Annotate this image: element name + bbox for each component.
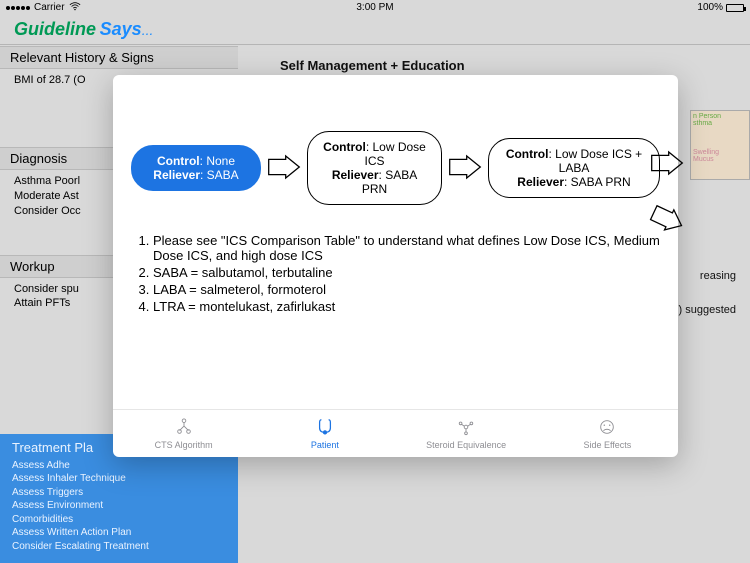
brand-guideline: Guideline [14,19,96,39]
section-relevant-header[interactable]: Relevant History & Signs [0,46,238,69]
step-1[interactable]: Control: None Reliever: SABA [131,145,261,191]
truncated-text-1: reasing [700,270,736,282]
list-item: SABA = salbutamol, terbutaline [153,265,660,280]
list-item: Consider Escalating Treatment [12,540,226,554]
treatment-list: Assess Adhe Assess Inhaler Technique Ass… [12,459,226,554]
brand-dots: ... [142,22,154,38]
step-flow[interactable]: Control: None Reliever: SABA Control: Lo… [131,131,660,205]
molecule-icon [457,418,475,438]
modal-tabbar: CTS Algorithm Patient Steroid Equivalenc… [113,409,678,457]
warning-icon [598,418,616,438]
status-bar: Carrier 3:00 PM 100% [0,0,750,15]
arrow-icon [267,153,301,184]
algorithm-icon [175,418,193,438]
tab-patient[interactable]: Patient [270,418,380,450]
patient-icon [316,418,334,438]
truncated-text-2: ) suggested [679,304,736,316]
step-2[interactable]: Control: Low Dose ICS Reliever: SABA PRN [307,131,442,205]
algorithm-modal: Control: None Reliever: SABA Control: Lo… [113,75,678,457]
list-item: LTRA = montelukast, zafirlukast [153,299,660,314]
airway-thumbnail[interactable]: n Person sthma Swelling Mucus [690,110,750,180]
battery-pct: 100% [697,2,723,13]
tab-steroid-equivalence[interactable]: Steroid Equivalence [411,418,521,450]
wifi-icon [69,2,81,14]
list-item: Please see "ICS Comparison Table" to und… [153,233,660,263]
arrow-icon [448,153,482,184]
signal-icon [6,6,30,10]
header-divider [0,44,750,45]
list-item: LABA = salmeterol, formoterol [153,282,660,297]
list-item: Assess Adhe [12,459,226,473]
arrow-icon [650,149,684,180]
step-3[interactable]: Control: Low Dose ICS + LABA Reliever: S… [488,138,660,198]
list-item: Assess Triggers [12,486,226,500]
list-item: Assess Inhaler Technique [12,472,226,486]
battery-icon [726,4,744,12]
app-brand: Guideline Says... [0,15,750,40]
list-item: Assess Environment [12,499,226,513]
notes-list: Please see "ICS Comparison Table" to und… [131,233,660,314]
brand-says: Says [100,19,142,39]
content-header: Self Management + Education [280,58,465,73]
clock: 3:00 PM [252,2,498,13]
tab-side-effects[interactable]: Side Effects [552,418,662,450]
tab-cts-algorithm[interactable]: CTS Algorithm [129,418,239,450]
list-item: Comorbidities [12,513,226,527]
carrier-label: Carrier [34,2,65,13]
list-item: Assess Written Action Plan [12,526,226,540]
